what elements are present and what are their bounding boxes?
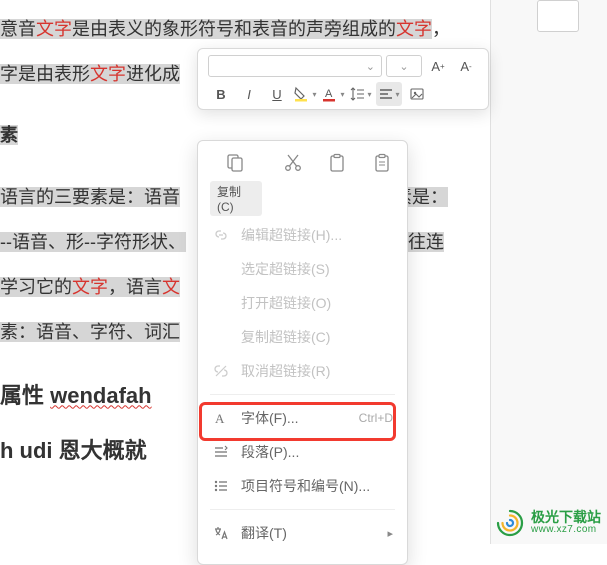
doc-bold-text: wendafah [50,383,151,408]
unlink-icon [212,362,230,380]
menu-bullets-numbering[interactable]: 项目符号和编号(N)... [198,469,407,503]
doc-bold-text: 属性 [0,383,50,408]
doc-text: ，语言 [108,277,162,297]
highlight-color-button[interactable]: ▾ [292,82,318,106]
doc-text-red: 文字 [396,19,432,39]
insert-button[interactable] [404,82,430,106]
mini-format-toolbar: ⌄ ⌄ A+ A- B I U ▾ A▾ ▾ ▾ [197,48,489,110]
watermark: 极光下载站 www.xz7.com [495,508,601,538]
font-decrease-button[interactable]: A- [454,54,478,78]
font-family-select[interactable]: ⌄ [208,55,382,77]
side-panel [490,0,607,544]
chevron-right-icon: ▸ [387,527,393,540]
paste-button[interactable] [324,153,350,181]
line-spacing-button[interactable]: ▾ [348,82,374,106]
doc-text-red: 文 [162,277,180,297]
font-icon: A [212,409,230,427]
doc-text: ， [432,19,450,39]
bold-button[interactable]: B [208,82,234,106]
doc-text-red: 文字 [36,19,72,39]
context-menu: 复制(C) 编辑超链接(H)... 选定超链接(S) 打开超链接(O) 复制超链… [197,140,408,565]
paragraph-icon [212,443,230,461]
svg-text:A: A [325,88,333,100]
watermark-logo-icon [495,508,525,538]
doc-text: 进化成 [126,64,180,84]
doc-text: 字是由表形 [0,64,90,84]
list-icon [212,477,230,495]
align-button[interactable]: ▾ [376,82,402,106]
watermark-url: www.xz7.com [531,525,601,536]
doc-text: 语言的三要素是：语音 [0,187,180,207]
menu-paragraph[interactable]: 段落(P)... [198,435,407,469]
doc-text: --语音、形--字符形状、 [0,232,186,252]
doc-text: 意音 [0,19,36,39]
font-increase-button[interactable]: A+ [426,54,450,78]
menu-cancel-hyperlink: 取消超链接(R) [198,354,407,388]
underline-button[interactable]: U [264,82,290,106]
cut-button[interactable] [280,153,306,181]
svg-text:A: A [215,411,225,426]
translate-icon [212,524,230,542]
shortcut-text: Ctrl+D [359,411,393,425]
doc-heading: 素 [0,125,18,145]
link-icon [212,226,230,244]
menu-select-hyperlink: 选定超链接(S) [198,252,407,286]
doc-text-red: 文字 [72,277,108,297]
watermark-title: 极光下载站 [531,510,601,525]
doc-text: 是由表义的象形符号和表音的声旁组成的 [72,19,396,39]
thumbnail-box[interactable] [537,0,579,32]
doc-text-red: 文字 [90,64,126,84]
copy-label: 复制(C) [210,181,262,216]
italic-button[interactable]: I [236,82,262,106]
font-color-button[interactable]: A▾ [320,82,346,106]
doc-text: 学习它的 [0,277,72,297]
doc-bold-text: h udi 恩大概就 [0,438,147,463]
menu-translate[interactable]: 翻译(T) ▸ [198,516,407,550]
doc-text: 素：语音、字符、词汇 [0,322,180,342]
menu-font[interactable]: A 字体(F)... Ctrl+D [198,401,407,435]
copy-button[interactable] [222,153,250,181]
font-size-select[interactable]: ⌄ [386,55,422,77]
paste-special-button[interactable] [369,153,395,181]
menu-copy-hyperlink: 复制超链接(C) [198,320,407,354]
menu-edit-hyperlink: 编辑超链接(H)... [198,218,407,252]
menu-open-hyperlink: 打开超链接(O) [198,286,407,320]
